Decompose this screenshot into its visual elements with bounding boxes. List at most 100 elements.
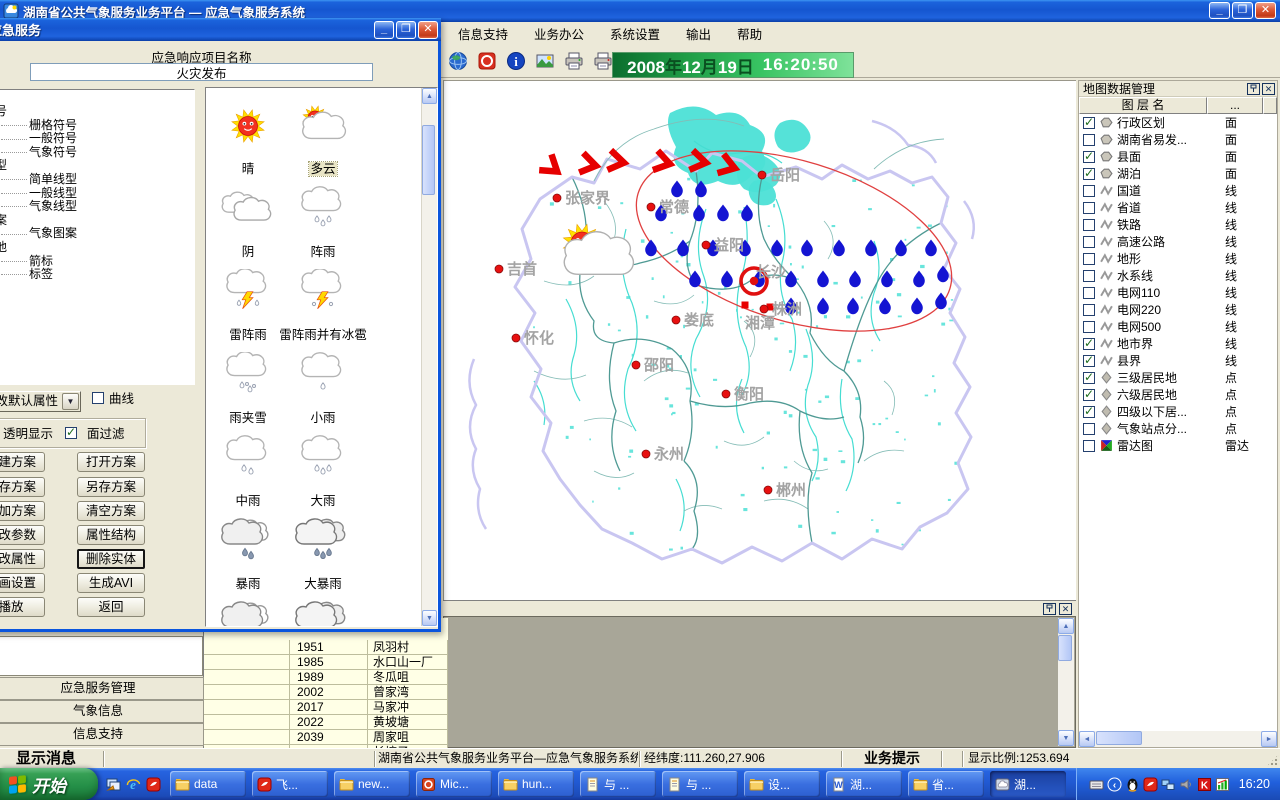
menu-item-1[interactable]: 业务办公 (521, 21, 597, 46)
kaspersky-icon[interactable]: K (1197, 777, 1212, 792)
layer-visibility-checkbox[interactable] (1083, 151, 1095, 163)
column-header-layer-name[interactable]: 图 层 名 (1079, 97, 1207, 114)
tree-item-3[interactable]: 气象符号 (0, 146, 194, 160)
chart-icon[interactable] (1215, 777, 1230, 792)
weather-symbol-storm2[interactable] (294, 518, 352, 567)
station-table[interactable]: 1951凤羽村1985水口山一厂1989冬瓜咀2002曾家湾2017马家冲202… (203, 618, 448, 748)
layer-row[interactable]: 省道线 (1079, 199, 1277, 216)
close-icon[interactable]: ✕ (1262, 83, 1275, 95)
modify-attrs-button[interactable]: 修改属性 (0, 549, 45, 569)
generate-avi-button[interactable]: 生成AVI (77, 573, 145, 593)
layer-row[interactable]: 地形线 (1079, 250, 1277, 267)
close-button[interactable]: ✕ (1255, 2, 1276, 19)
table-row[interactable]: 2039周家咀 (204, 730, 448, 745)
tree-item-2[interactable]: 一般符号 (0, 132, 194, 146)
layer-row[interactable]: 电网110线 (1079, 284, 1277, 301)
fetion-icon[interactable] (146, 777, 161, 792)
layer-visibility-checkbox[interactable] (1083, 338, 1095, 350)
task-button-9[interactable]: 省... (908, 771, 984, 797)
close-icon[interactable]: ✕ (1059, 603, 1072, 615)
table-row[interactable]: 2022黄坡塘 (204, 715, 448, 730)
fetion-tray-icon[interactable] (1143, 777, 1158, 792)
task-button-8[interactable]: W湖... (826, 771, 902, 797)
minimize-button[interactable]: _ (374, 21, 394, 39)
status-show-message[interactable]: 显示消息 (0, 749, 102, 769)
layer-row[interactable]: 铁路线 (1079, 216, 1277, 233)
qq-icon[interactable] (1125, 777, 1140, 792)
layer-row[interactable]: 县界线 (1079, 352, 1277, 369)
layer-visibility-checkbox[interactable] (1083, 134, 1095, 146)
task-button-7[interactable]: 设... (744, 771, 820, 797)
nav-emergency-service-management[interactable]: 应急服务管理 (0, 677, 204, 700)
tree-item-5[interactable]: 简单线型 (0, 173, 194, 187)
layer-visibility-checkbox[interactable] (1083, 253, 1095, 265)
task-button-3[interactable]: Mic... (416, 771, 492, 797)
tree-item-12[interactable]: 标签 (0, 268, 194, 282)
layer-row[interactable]: 电网500线 (1079, 318, 1277, 335)
weather-symbol-shower[interactable] (294, 186, 352, 235)
layer-visibility-checkbox[interactable] (1083, 287, 1095, 299)
task-button-1[interactable]: 飞... (252, 771, 328, 797)
tree-item-7[interactable]: 气象线型 (0, 200, 194, 214)
weather-symbol-storm[interactable] (219, 518, 277, 567)
layer-row[interactable]: 高速公路线 (1079, 233, 1277, 250)
start-button[interactable]: 开始 (0, 768, 98, 800)
weather-symbol-rain2[interactable] (219, 435, 277, 484)
info-icon[interactable]: i (504, 49, 528, 73)
layer-visibility-checkbox[interactable] (1083, 270, 1095, 282)
layer-row[interactable]: 水系线线 (1079, 267, 1277, 284)
keyboard-icon[interactable] (1089, 777, 1104, 792)
restore-button[interactable]: ❐ (1232, 2, 1253, 19)
layer-visibility-checkbox[interactable] (1083, 440, 1095, 452)
image-icon[interactable] (533, 49, 557, 73)
attr-structure-button[interactable]: 属性结构 (77, 525, 145, 545)
layer-row[interactable]: 雷达图雷达 (1079, 437, 1277, 454)
layer-visibility-checkbox[interactable] (1083, 236, 1095, 248)
layer-row[interactable]: 湖泊面 (1079, 165, 1277, 182)
task-button-10[interactable]: 湖... (990, 771, 1066, 797)
menu-item-3[interactable]: 输出 (673, 21, 724, 46)
weather-symbol-storm[interactable] (219, 601, 277, 627)
south-vscrollbar[interactable]: ▲ ▼ (1058, 618, 1074, 746)
task-button-5[interactable]: 与 ... (580, 771, 656, 797)
open-plan-button[interactable]: 打开方案 (77, 452, 145, 472)
pin-icon[interactable] (1247, 83, 1260, 95)
scroll-up-icon[interactable]: ▲ (422, 88, 437, 104)
save-plan-button[interactable]: 保存方案 (0, 477, 45, 497)
layer-row[interactable]: 行政区划面 (1079, 114, 1277, 131)
layer-visibility-checkbox[interactable] (1083, 372, 1095, 384)
printer-icon[interactable] (562, 49, 586, 73)
maximize-button[interactable]: ❐ (396, 21, 416, 39)
resize-grip[interactable] (1266, 754, 1279, 767)
status-business-hint[interactable]: 业务提示 (843, 749, 941, 769)
layer-row[interactable]: 气象站点分...点 (1079, 420, 1277, 437)
weather-symbol-overcast[interactable] (219, 186, 277, 235)
delete-entity-button[interactable]: 删除实体 (77, 549, 145, 569)
layer-visibility-checkbox[interactable] (1083, 389, 1095, 401)
menu-item-4[interactable]: 帮助 (724, 21, 775, 46)
curve-checkbox[interactable]: 曲线 (92, 392, 134, 407)
saveas-plan-button[interactable]: 另存方案 (77, 477, 145, 497)
task-button-2[interactable]: new... (334, 771, 410, 797)
layer-visibility-checkbox[interactable] (1083, 355, 1095, 367)
nav-info-support[interactable]: 信息支持 (0, 723, 204, 746)
layer-visibility-checkbox[interactable] (1083, 321, 1095, 333)
layer-visibility-checkbox[interactable] (1083, 423, 1095, 435)
layer-row[interactable]: 县面面 (1079, 148, 1277, 165)
symbols-vscrollbar[interactable]: ▲ ▼ (421, 88, 437, 626)
pin-icon[interactable] (1043, 603, 1056, 615)
ie-icon[interactable]: e (126, 777, 141, 792)
network-icon[interactable] (1161, 777, 1176, 792)
modify-default-attr-dropdown[interactable]: 修改默认属性 ▼ (0, 391, 81, 412)
tray-clock[interactable]: 16:20 (1239, 777, 1270, 791)
layer-row[interactable]: 湖南省易发...面 (1079, 131, 1277, 148)
animation-settings-button[interactable]: 动画设置 (0, 573, 45, 593)
weather-symbol-rain3[interactable] (294, 435, 352, 484)
layer-visibility-checkbox[interactable] (1083, 168, 1095, 180)
table-row[interactable]: 2017马家冲 (204, 700, 448, 715)
layer-row[interactable]: 电网220线 (1079, 301, 1277, 318)
weather-symbol-suncloud[interactable] (294, 103, 352, 152)
table-row[interactable]: 2002曾家湾 (204, 685, 448, 700)
clear-plan-button[interactable]: 清空方案 (77, 501, 145, 521)
weather-symbol-sun[interactable] (219, 103, 277, 152)
